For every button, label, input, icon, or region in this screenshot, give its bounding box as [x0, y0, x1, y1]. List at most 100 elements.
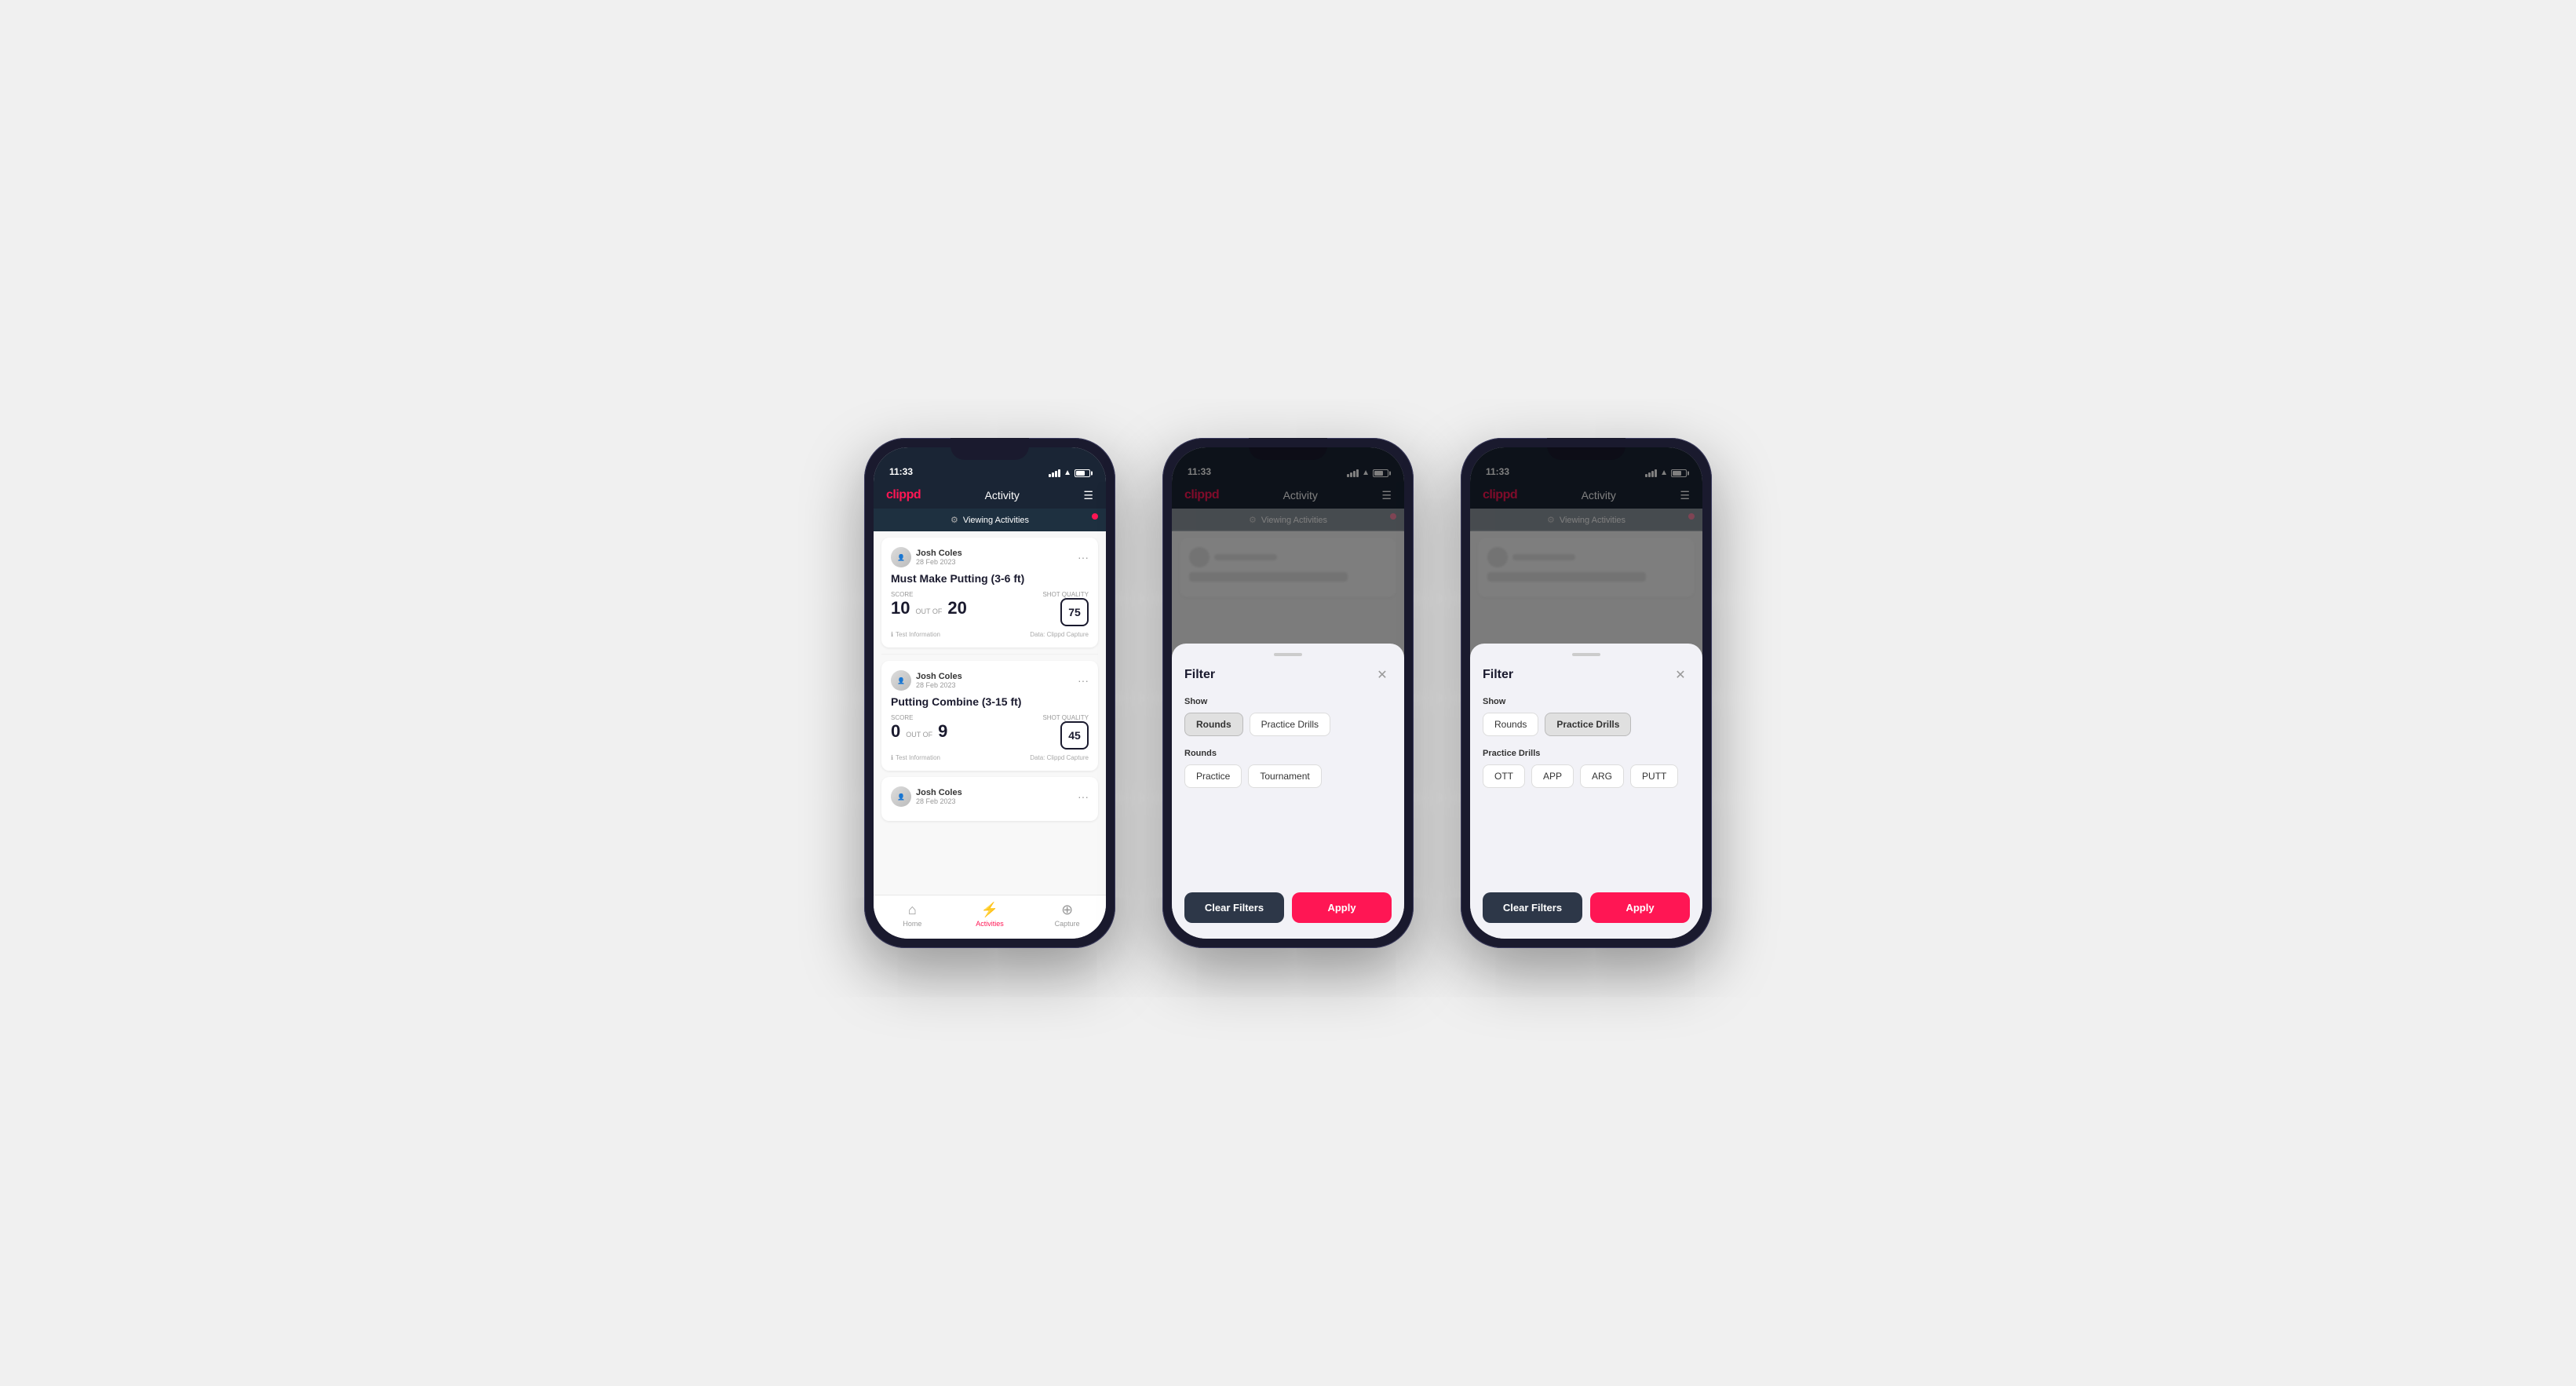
- modal-footer-3: Clear Filters Apply: [1483, 880, 1690, 923]
- logo-1: clippd: [886, 488, 921, 502]
- activity-title-2: Putting Combine (3-15 ft): [891, 695, 1089, 708]
- activity-item-3[interactable]: 👤 Josh Coles 28 Feb 2023 ···: [881, 777, 1098, 821]
- practice-section-3: Practice Drills OTT APP ARG PUTT: [1483, 749, 1690, 788]
- modal-overlay-3: Filter ✕ Show Rounds Practice Drills Pra…: [1470, 447, 1702, 939]
- scene: 11:33 ▲ clippd Activity: [817, 391, 1759, 995]
- user-name-3: Josh Coles: [916, 788, 962, 797]
- activity-item-1[interactable]: 👤 Josh Coles 28 Feb 2023 ··· Must Make P…: [881, 538, 1098, 647]
- activity-list-1: 👤 Josh Coles 28 Feb 2023 ··· Must Make P…: [874, 531, 1106, 895]
- arg-btn-3[interactable]: ARG: [1580, 764, 1624, 788]
- modal-title-3: Filter: [1483, 668, 1513, 682]
- modal-overlay-2: Filter ✕ Show Rounds Practice Drills Rou…: [1172, 447, 1404, 939]
- nav-home-1[interactable]: ⌂ Home: [874, 902, 951, 928]
- shot-quality-label-1: Shot Quality: [1042, 591, 1089, 598]
- shot-quality-value-2: 45: [1068, 729, 1081, 742]
- user-date-2: 28 Feb 2023: [916, 681, 962, 689]
- show-buttons-3: Rounds Practice Drills: [1483, 713, 1690, 736]
- shots-value-1: 20: [947, 598, 966, 618]
- app-btn-3[interactable]: APP: [1531, 764, 1574, 788]
- modal-close-3[interactable]: ✕: [1671, 666, 1690, 684]
- modal-header-2: Filter ✕: [1184, 666, 1392, 684]
- notification-dot-1: [1092, 513, 1098, 520]
- more-options-2[interactable]: ···: [1078, 674, 1089, 687]
- data-source-2: Data: Clippd Capture: [1030, 754, 1089, 761]
- capture-label-1: Capture: [1055, 920, 1080, 928]
- apply-btn-2[interactable]: Apply: [1292, 892, 1392, 923]
- avatar-1: 👤: [891, 547, 911, 567]
- modal-header-3: Filter ✕: [1483, 666, 1690, 684]
- rounds-btn-3[interactable]: Rounds: [1483, 713, 1538, 736]
- notch-1: [950, 438, 1029, 460]
- filter-show-section-2: Show Rounds Practice Drills: [1184, 697, 1392, 736]
- practice-drills-btn-3[interactable]: Practice Drills: [1545, 713, 1631, 736]
- practice-drills-btn-2[interactable]: Practice Drills: [1250, 713, 1330, 736]
- avatar-3: 👤: [891, 786, 911, 807]
- user-date-1: 28 Feb 2023: [916, 558, 962, 566]
- shot-quality-value-1: 75: [1068, 606, 1081, 618]
- out-of-1: OUT OF: [915, 607, 942, 615]
- more-options-3[interactable]: ···: [1078, 790, 1089, 803]
- user-name-1: Josh Coles: [916, 549, 962, 558]
- filter-sheet-3: Filter ✕ Show Rounds Practice Drills Pra…: [1470, 644, 1702, 939]
- test-info-1: ℹ Test Information: [891, 631, 940, 638]
- data-source-1: Data: Clippd Capture: [1030, 631, 1089, 638]
- rounds-buttons-2: Practice Tournament: [1184, 764, 1392, 788]
- battery-icon-1: [1075, 469, 1090, 477]
- capture-icon-1: ⊕: [1061, 902, 1073, 918]
- modal-close-2[interactable]: ✕: [1373, 666, 1392, 684]
- filter-show-section-3: Show Rounds Practice Drills: [1483, 697, 1690, 736]
- clear-filters-btn-2[interactable]: Clear Filters: [1184, 892, 1284, 923]
- modal-title-2: Filter: [1184, 668, 1215, 682]
- score-value-1: 10: [891, 598, 910, 618]
- shot-quality-badge-1: 75: [1060, 598, 1089, 626]
- viewing-bar-text-1: Viewing Activities: [963, 516, 1029, 525]
- rounds-btn-2[interactable]: Rounds: [1184, 713, 1243, 736]
- divider-1: [881, 654, 1098, 655]
- user-info-1: 👤 Josh Coles 28 Feb 2023: [891, 547, 962, 567]
- phone-2: 11:33 ▲ clippd Activity: [1162, 438, 1414, 948]
- score-label-2: Score: [891, 714, 947, 721]
- user-date-3: 28 Feb 2023: [916, 797, 962, 805]
- rounds-label-2: Rounds: [1184, 749, 1392, 758]
- nav-activities-1[interactable]: ⚡ Activities: [951, 902, 1029, 928]
- activity-title-1: Must Make Putting (3-6 ft): [891, 572, 1089, 585]
- user-info-2: 👤 Josh Coles 28 Feb 2023: [891, 670, 962, 691]
- tournament-btn-2[interactable]: Tournament: [1248, 764, 1321, 788]
- show-label-2: Show: [1184, 697, 1392, 706]
- rounds-section-2: Rounds Practice Tournament: [1184, 749, 1392, 788]
- shot-quality-badge-2: 45: [1060, 721, 1089, 750]
- shots-value-2: 9: [938, 721, 947, 742]
- nav-capture-1[interactable]: ⊕ Capture: [1028, 902, 1106, 928]
- status-icons-1: ▲: [1049, 469, 1090, 477]
- user-info-3: 👤 Josh Coles 28 Feb 2023: [891, 786, 962, 807]
- viewing-bar-1[interactable]: ⚙ Viewing Activities: [874, 509, 1106, 531]
- modal-handle-2: [1274, 653, 1302, 656]
- home-label-1: Home: [903, 920, 921, 928]
- putt-btn-3[interactable]: PUTT: [1630, 764, 1678, 788]
- activity-item-2[interactable]: 👤 Josh Coles 28 Feb 2023 ··· Putting Com…: [881, 661, 1098, 771]
- apply-btn-3[interactable]: Apply: [1590, 892, 1690, 923]
- menu-icon-1[interactable]: ☰: [1083, 489, 1093, 502]
- practice-round-btn-2[interactable]: Practice: [1184, 764, 1242, 788]
- show-buttons-2: Rounds Practice Drills: [1184, 713, 1392, 736]
- ott-btn-3[interactable]: OTT: [1483, 764, 1525, 788]
- signal-icon-1: [1049, 469, 1060, 477]
- user-name-2: Josh Coles: [916, 672, 962, 681]
- test-info-2: ℹ Test Information: [891, 754, 940, 761]
- activities-icon-1: ⚡: [981, 902, 998, 918]
- filter-icon-1: ⚙: [950, 515, 958, 525]
- phone-3: 11:33 ▲ clippd Activity: [1461, 438, 1712, 948]
- app-header-1: clippd Activity ☰: [874, 482, 1106, 509]
- phone-1: 11:33 ▲ clippd Activity: [864, 438, 1115, 948]
- modal-handle-3: [1572, 653, 1600, 656]
- practice-buttons-3: OTT APP ARG PUTT: [1483, 764, 1690, 788]
- modal-footer-2: Clear Filters Apply: [1184, 880, 1392, 923]
- wifi-icon-1: ▲: [1064, 469, 1071, 477]
- bottom-nav-1: ⌂ Home ⚡ Activities ⊕ Capture: [874, 895, 1106, 939]
- clear-filters-btn-3[interactable]: Clear Filters: [1483, 892, 1582, 923]
- practice-drills-label-3: Practice Drills: [1483, 749, 1690, 758]
- header-title-1: Activity: [985, 489, 1020, 502]
- shot-quality-label-2: Shot Quality: [1042, 714, 1089, 721]
- score-label-1: Score: [891, 591, 967, 598]
- more-options-1[interactable]: ···: [1078, 551, 1089, 564]
